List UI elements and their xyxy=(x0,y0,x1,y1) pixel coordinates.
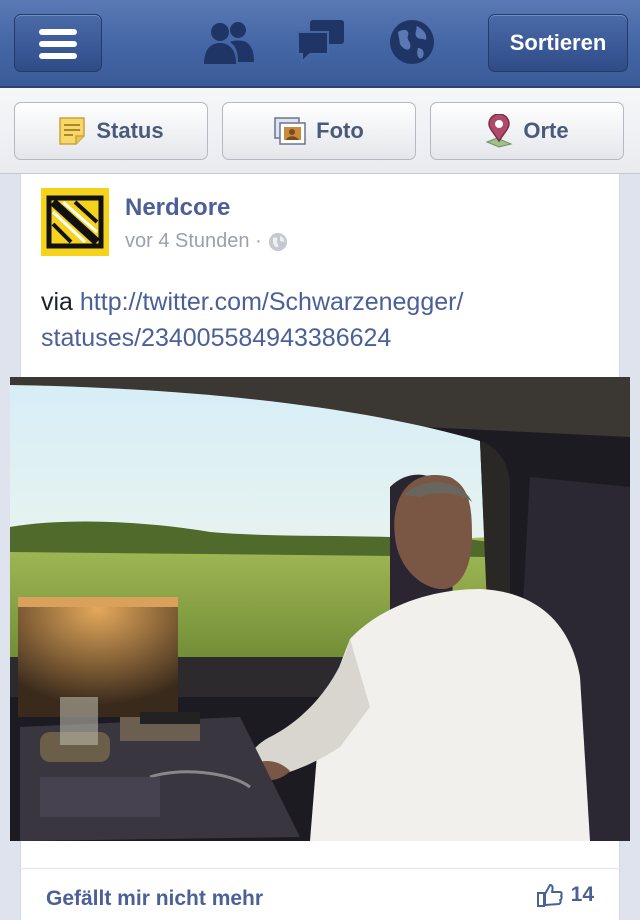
sort-label: Sortieren xyxy=(509,30,607,55)
post-timestamp: vor 4 Stunden · xyxy=(125,230,288,253)
like-count-value: 14 xyxy=(570,883,594,906)
friend-requests-icon[interactable] xyxy=(200,18,256,68)
unlike-button[interactable]: Gefällt mir nicht mehr xyxy=(46,887,263,911)
status-button[interactable]: Status xyxy=(14,102,208,160)
post-actions: Gefällt mir nicht mehr 14 xyxy=(20,868,620,920)
like-count[interactable]: 14 xyxy=(536,883,594,907)
train-window-photo xyxy=(10,377,630,841)
location-pin-icon xyxy=(486,114,513,148)
messages-icon[interactable] xyxy=(296,18,346,66)
public-globe-icon xyxy=(268,232,287,251)
thumbs-up-icon xyxy=(536,884,563,907)
photo-label: Foto xyxy=(316,118,364,143)
author-avatar[interactable] xyxy=(41,188,109,256)
post-text: via http://twitter.com/Schwarzenegger/st… xyxy=(41,284,601,356)
author-name[interactable]: Nerdcore xyxy=(125,194,230,222)
post-link[interactable]: http://twitter.com/Schwarzenegger/status… xyxy=(41,288,463,352)
post-photo[interactable] xyxy=(10,377,630,841)
post-link-line1: http://twitter.com/Schwarzenegger/ xyxy=(79,288,464,316)
notifications-globe-icon[interactable] xyxy=(388,18,436,66)
top-navbar: Sortieren xyxy=(0,0,640,88)
timestamp-text: vor 4 Stunden · xyxy=(125,230,262,252)
post-link-line2: statuses/234005584943386624 xyxy=(41,324,392,352)
status-label: Status xyxy=(96,118,164,143)
post-text-prefix: via xyxy=(41,288,80,316)
nerdcore-logo xyxy=(41,188,109,256)
photo-button[interactable]: Foto xyxy=(222,102,416,160)
menu-button[interactable] xyxy=(14,14,102,72)
composer-bar: Status Foto Orte xyxy=(0,88,640,174)
status-note-icon xyxy=(59,117,86,145)
sort-button[interactable]: Sortieren xyxy=(488,14,628,72)
places-label: Orte xyxy=(523,118,569,143)
photo-icon xyxy=(274,117,306,145)
places-button[interactable]: Orte xyxy=(430,102,624,160)
